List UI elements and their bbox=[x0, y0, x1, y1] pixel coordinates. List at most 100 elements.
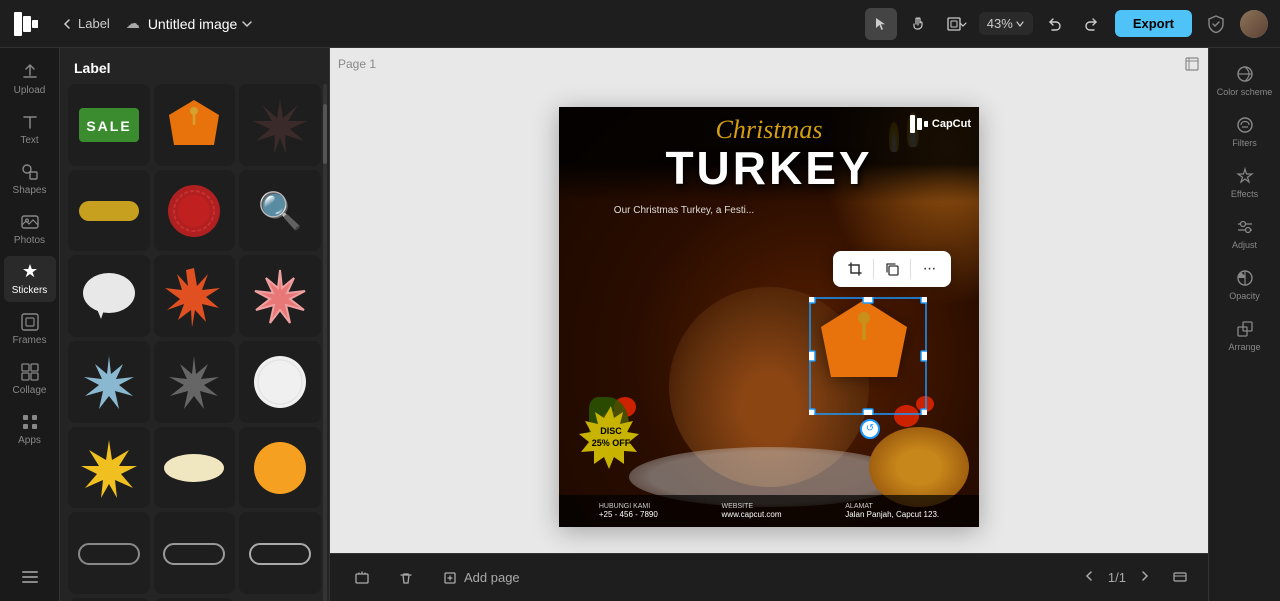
document-title: Untitled image bbox=[148, 16, 238, 32]
right-tool-opacity[interactable]: Opacity bbox=[1213, 260, 1277, 309]
right-tool-adjust[interactable]: Adjust bbox=[1213, 209, 1277, 258]
sidebar-item-upload[interactable]: Upload bbox=[4, 56, 56, 102]
sticker-magnify[interactable]: 🔍 bbox=[239, 170, 321, 252]
canvas-subtitle: Our Christmas Turkey, a Festi... bbox=[559, 205, 809, 216]
page-settings-icon[interactable] bbox=[1184, 56, 1200, 72]
select-tool-button[interactable] bbox=[865, 8, 897, 40]
next-page-button[interactable] bbox=[1134, 565, 1156, 590]
selection-toolbar: ··· bbox=[833, 251, 951, 287]
right-tool-effects[interactable]: Effects bbox=[1213, 158, 1277, 207]
shield-icon[interactable] bbox=[1200, 8, 1232, 40]
hand-tool-button[interactable] bbox=[903, 8, 935, 40]
sticker-sale[interactable]: SALE bbox=[68, 84, 150, 166]
stickers-grid: SALE bbox=[60, 84, 329, 601]
rotate-handle[interactable]: ↺ bbox=[860, 419, 880, 439]
zoom-value: 43% bbox=[987, 16, 1013, 31]
canvas-header: Page 1 bbox=[330, 48, 1208, 80]
prev-page-button[interactable] bbox=[1078, 565, 1100, 590]
expand-pages-button[interactable] bbox=[1168, 564, 1192, 591]
sidebar-frames-label: Frames bbox=[13, 335, 47, 346]
sticker-starburst-gray[interactable] bbox=[154, 341, 236, 423]
sidebar-item-more[interactable] bbox=[4, 561, 56, 593]
duplicate-tool-button[interactable] bbox=[878, 255, 906, 283]
sidebar-item-frames[interactable]: Frames bbox=[4, 306, 56, 352]
panel-title: Label bbox=[60, 48, 329, 84]
sidebar-item-photos[interactable]: Photos bbox=[4, 206, 56, 252]
delete-page-button[interactable] bbox=[390, 566, 422, 590]
sidebar-item-collage[interactable]: Collage bbox=[4, 356, 56, 402]
page-navigation: 1/1 bbox=[1078, 564, 1192, 591]
avatar[interactable] bbox=[1240, 10, 1268, 38]
sticker-rounded-rect-1[interactable] bbox=[68, 512, 150, 594]
stickers-panel: Label SALE bbox=[60, 48, 330, 601]
more-options-button[interactable]: ··· bbox=[915, 255, 943, 283]
topbar: Label ☁ Untitled image bbox=[0, 0, 1280, 48]
sticker-circle-orange[interactable] bbox=[239, 427, 321, 509]
sidebar-upload-label: Upload bbox=[14, 85, 46, 96]
sticker-pentagon-orange[interactable] bbox=[154, 84, 236, 166]
selected-sticker-pentagon[interactable] bbox=[809, 292, 919, 407]
canvas-footer: HUBUNGI KAMI+25 - 456 - 7890 WEBSITEwww.… bbox=[559, 495, 979, 527]
svg-text:SALE: SALE bbox=[86, 118, 131, 134]
sticker-oval-cream[interactable] bbox=[154, 427, 236, 509]
discount-badge: DISC 25% OFF bbox=[577, 404, 645, 477]
sticker-starburst-dark[interactable] bbox=[239, 84, 321, 166]
canvas-frame: Christmas TURKEY Our Christmas Turkey, a… bbox=[559, 107, 979, 527]
frame-tool-button[interactable] bbox=[941, 8, 973, 40]
right-tool-color-label: Color scheme bbox=[1217, 87, 1273, 97]
redo-button[interactable] bbox=[1075, 8, 1107, 40]
canvas-image[interactable]: Christmas TURKEY Our Christmas Turkey, a… bbox=[559, 107, 979, 527]
right-tool-opacity-label: Opacity bbox=[1229, 291, 1260, 301]
add-to-timeline-button[interactable] bbox=[346, 566, 378, 590]
app-logo[interactable] bbox=[12, 10, 40, 38]
right-tool-filters[interactable]: Filters bbox=[1213, 107, 1277, 156]
sidebar-item-shapes[interactable]: Shapes bbox=[4, 156, 56, 202]
capcut-logo: CapCut bbox=[910, 115, 971, 133]
sticker-circle-seal-red[interactable] bbox=[154, 170, 236, 252]
canvas-bottom-bar: Add page 1/1 bbox=[330, 553, 1208, 601]
right-sidebar: Color scheme Filters Effects Adjust bbox=[1208, 48, 1280, 601]
svg-text:DISC: DISC bbox=[600, 426, 622, 436]
right-tool-arrange[interactable]: Arrange bbox=[1213, 311, 1277, 360]
sticker-circle-white[interactable] bbox=[239, 341, 321, 423]
right-tool-arrange-label: Arrange bbox=[1228, 342, 1260, 352]
sidebar-item-apps[interactable]: Apps bbox=[4, 406, 56, 452]
sidebar-collage-label: Collage bbox=[13, 385, 47, 396]
undo-button[interactable] bbox=[1039, 8, 1071, 40]
export-button[interactable]: Export bbox=[1115, 10, 1192, 37]
back-button[interactable]: Label bbox=[52, 12, 118, 35]
right-tool-color-scheme[interactable]: Color scheme bbox=[1213, 56, 1277, 105]
sidebar-apps-label: Apps bbox=[18, 435, 41, 446]
sticker-speech-bubble[interactable] bbox=[68, 255, 150, 337]
left-sidebar: Upload Text Shapes Photos bbox=[0, 48, 60, 601]
page-indicator: 1/1 bbox=[1108, 570, 1126, 585]
sticker-sun-yellow[interactable] bbox=[68, 427, 150, 509]
sidebar-item-text[interactable]: Text bbox=[4, 106, 56, 152]
sidebar-item-stickers[interactable]: Stickers bbox=[4, 256, 56, 302]
undo-redo-group bbox=[1039, 8, 1107, 40]
cloud-icon: ☁ bbox=[126, 15, 140, 32]
page-label: Page 1 bbox=[338, 57, 376, 71]
sidebar-photos-label: Photos bbox=[14, 235, 45, 246]
svg-text:25% OFF: 25% OFF bbox=[592, 438, 631, 448]
sidebar-shapes-label: Shapes bbox=[13, 185, 47, 196]
sticker-starburst-pink[interactable] bbox=[239, 255, 321, 337]
canvas-wrapper[interactable]: Christmas TURKEY Our Christmas Turkey, a… bbox=[330, 80, 1208, 553]
sticker-rounded-rect-2[interactable] bbox=[154, 512, 236, 594]
sticker-starburst-blue[interactable] bbox=[68, 341, 150, 423]
crop-tool-button[interactable] bbox=[841, 255, 869, 283]
sticker-rounded-rect-3[interactable] bbox=[239, 512, 321, 594]
zoom-control[interactable]: 43% bbox=[979, 12, 1033, 35]
title-dropdown-icon[interactable] bbox=[241, 18, 253, 30]
add-page-button[interactable]: Add page bbox=[434, 566, 528, 590]
canvas-area: Page 1 bbox=[330, 48, 1208, 601]
sticker-sunburst-orange[interactable] bbox=[154, 255, 236, 337]
add-page-label: Add page bbox=[464, 570, 520, 585]
sticker-pill-gold[interactable] bbox=[68, 170, 150, 252]
right-tool-effects-label: Effects bbox=[1231, 189, 1258, 199]
right-tool-adjust-label: Adjust bbox=[1232, 240, 1257, 250]
sidebar-text-label: Text bbox=[20, 135, 38, 146]
back-label: Label bbox=[78, 16, 110, 31]
sidebar-stickers-label: Stickers bbox=[12, 285, 48, 296]
main-layout: Upload Text Shapes Photos bbox=[0, 48, 1280, 601]
